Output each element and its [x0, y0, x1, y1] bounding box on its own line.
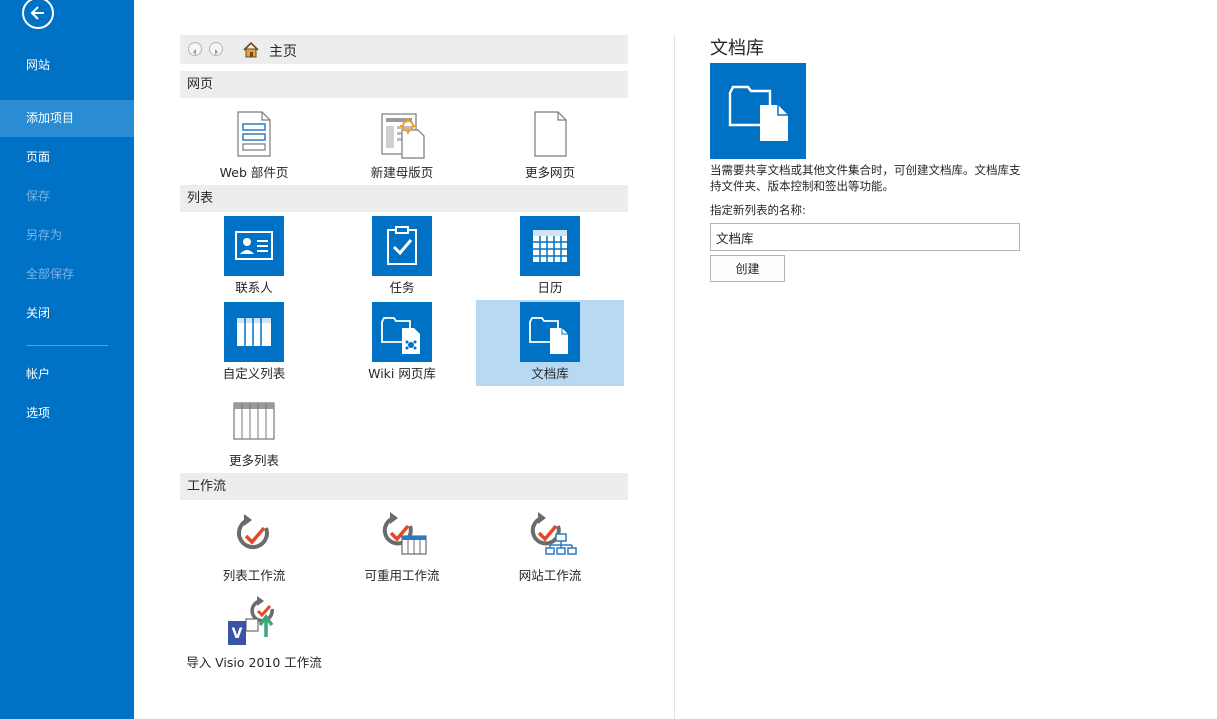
list-name-input[interactable]: [710, 223, 1020, 251]
list-name-label: 指定新列表的名称:: [710, 203, 806, 217]
tile-label: 日历: [537, 280, 563, 295]
tile-contacts[interactable]: 联系人: [180, 214, 328, 300]
reusable-workflow-icon: [382, 512, 427, 555]
tile-calendar[interactable]: 日历: [476, 214, 624, 300]
contacts-icon: [224, 216, 284, 276]
tile-custom-list[interactable]: 自定义列表: [180, 300, 328, 386]
tile-label: 文档库: [531, 366, 569, 381]
nav-item-save-all: 全部保存: [26, 267, 75, 281]
site-workflow-icon: [530, 512, 577, 555]
tile-reusable-workflow[interactable]: 可重用工作流: [328, 502, 476, 588]
home-icon[interactable]: [242, 41, 260, 62]
tile-label: 更多网页: [524, 165, 575, 180]
section-header-pages: 网页: [180, 71, 628, 98]
tile-more-pages[interactable]: 更多网页: [476, 100, 624, 186]
svg-text:V: V: [232, 626, 243, 642]
tile-label: 联系人: [235, 280, 273, 295]
nav-site-title: 网站: [26, 58, 51, 72]
custom-list-icon: [224, 302, 284, 362]
tile-label: 任务: [389, 280, 415, 295]
detail-title: 文档库: [710, 38, 764, 59]
tile-label: Wiki 网页库: [368, 366, 436, 381]
tile-label: Web 部件页: [219, 165, 289, 180]
tile-import-visio-workflow[interactable]: V 导入 Visio 2010 工作流: [180, 589, 328, 675]
nav-back-icon[interactable]: [188, 42, 202, 56]
section-header-lists: 列表: [180, 185, 628, 212]
tile-label: 列表工作流: [222, 568, 286, 583]
nav-item-save: 保存: [26, 189, 51, 203]
backstage-nav: 网站 添加项目 页面 保存 另存为 全部保存 关闭 帐户 选项: [0, 0, 134, 719]
back-arrow-icon: [30, 6, 44, 20]
nav-item-pages[interactable]: 页面: [0, 139, 134, 176]
create-button[interactable]: 创建: [710, 255, 785, 282]
detail-description: 当需要共享文档或其他文件集合时，可创建文档库。文档库支持文件夹、版本控制和签出等…: [710, 163, 1021, 193]
tile-document-library[interactable]: 文档库: [476, 300, 624, 386]
tile-label: 导入 Visio 2010 工作流: [186, 655, 322, 670]
panel-divider: [674, 35, 675, 719]
tile-wiki-library[interactable]: Wiki 网页库: [328, 300, 476, 386]
nav-item-save-as: 另存为: [26, 228, 63, 242]
list-workflow-icon: [237, 514, 269, 550]
tile-label: 网站工作流: [518, 568, 582, 583]
nav-item-close[interactable]: 关闭: [0, 295, 134, 332]
nav-forward-icon[interactable]: [209, 42, 223, 56]
wiki-library-icon: [372, 302, 432, 362]
more-lists-icon: [233, 402, 275, 440]
blank-page-icon: [534, 111, 567, 157]
nav-item-options[interactable]: 选项: [0, 395, 134, 432]
tile-label: 自定义列表: [222, 366, 286, 381]
breadcrumb-home-label[interactable]: 主页: [269, 41, 297, 61]
calendar-icon: [520, 216, 580, 276]
tile-label: 新建母版页: [370, 165, 434, 180]
breadcrumb: 主页: [180, 35, 628, 64]
tile-site-workflow[interactable]: 网站工作流: [476, 502, 624, 588]
web-part-page-icon: [237, 111, 271, 157]
tile-more-lists[interactable]: 更多列表: [180, 387, 328, 473]
tile-label: 可重用工作流: [364, 568, 440, 583]
visio-workflow-icon: V: [228, 596, 274, 645]
tile-tasks[interactable]: 任务: [328, 214, 476, 300]
back-button[interactable]: [22, 0, 54, 29]
tile-new-master-page[interactable]: 新建母版页: [328, 100, 476, 186]
tile-label: 更多列表: [228, 453, 279, 468]
section-header-workflow: 工作流: [180, 473, 628, 500]
document-library-icon: [520, 302, 580, 362]
nav-item-add-item[interactable]: 添加项目: [0, 100, 134, 137]
nav-divider: [26, 345, 108, 346]
tile-web-part-page[interactable]: Web 部件页: [180, 100, 328, 186]
nav-item-account[interactable]: 帐户: [0, 356, 134, 393]
tile-list-workflow[interactable]: 列表工作流: [180, 502, 328, 588]
master-page-icon: [381, 113, 425, 159]
tasks-icon: [372, 216, 432, 276]
detail-document-library-icon: [710, 63, 806, 159]
